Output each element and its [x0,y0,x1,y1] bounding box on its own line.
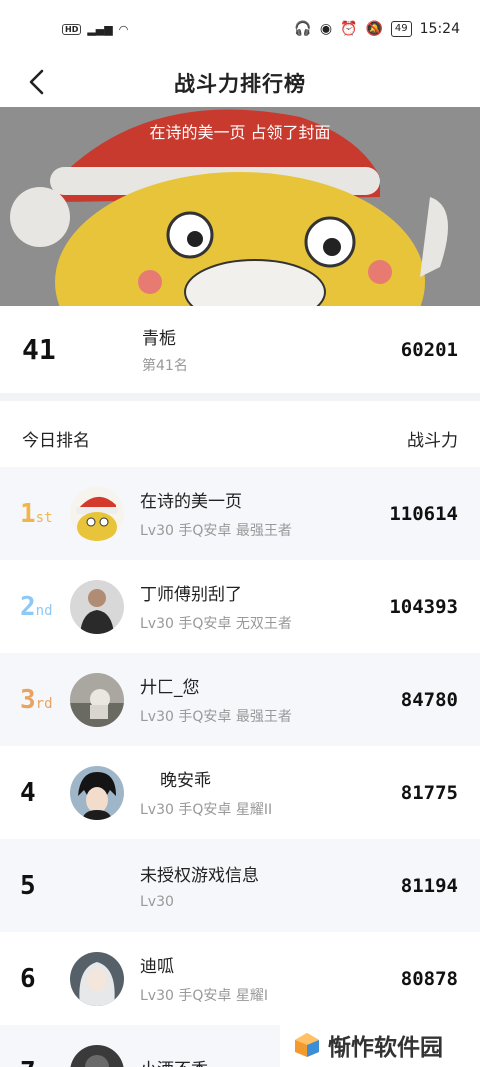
list-item[interactable]: 3rd 廾匚_您 Lv30 手Q安卓 最强王者 84780 [0,653,480,746]
player-meta: Lv30 手Q安卓 无双王者 [140,616,292,632]
cover-banner[interactable]: 在诗的美一页 占领了封面 [0,107,480,306]
clock: 15:24 [419,21,460,37]
avatar[interactable] [70,486,124,541]
avatar[interactable] [70,672,124,727]
player-power: 84780 [400,688,458,711]
player-power: 104393 [389,595,458,618]
my-rank-number: 41 [22,333,56,366]
list-item[interactable]: 5 未授权游戏信息 Lv30 81194 [0,839,480,932]
nav-bar: 战斗力排行榜 [0,58,480,108]
rank-number: 5 [20,870,36,901]
list-header-rank: 今日排名 [22,430,90,451]
rank-number: 4 [20,777,36,808]
list-item-info: 廾匚_您 Lv30 手Q安卓 最强王者 [140,673,350,726]
list-header: 今日排名 战斗力 [0,409,480,467]
my-rank-card: 41 青栀 第41名 60201 [0,306,480,401]
player-power: 80878 [400,967,458,990]
list-item-info: 在诗的美一页 Lv30 手Q安卓 最强王者 [140,487,350,540]
rank-number: 6 [20,963,36,994]
list-item-info: 迪呱 Lv30 手Q安卓 星耀I [140,952,350,1005]
player-name: 在诗的美一页 [140,492,242,512]
player-power: 81194 [400,874,458,897]
rank-badge: 3rd [20,684,53,715]
headphones-icon: 🎧 [294,21,312,37]
avatar[interactable] [70,579,124,634]
banner-caption: 在诗的美一页 占领了封面 [149,123,331,142]
mute-icon: 🔕 [365,21,383,37]
player-meta: Lv30 手Q安卓 最强王者 [140,709,292,725]
rank-badge: 1st [20,498,53,529]
player-meta: Lv30 [140,894,174,910]
watermark-text: 惭怍软件园 [328,1034,443,1061]
rank-number: 7 [0,1057,70,1067]
alarm-icon: ⏰ [340,21,358,37]
eye-icon: ◉ [319,21,333,37]
avatar[interactable] [70,951,124,1006]
player-name: 未授权游戏信息 [140,866,259,886]
my-position: 第41名 [142,358,188,374]
list-item-info: 丁师傅别刮了 Lv30 手Q安卓 无双王者 [140,580,350,633]
player-power: 81775 [400,781,458,804]
player-power: 110614 [389,502,458,525]
player-name: 廾匚_您 [140,678,200,698]
hd-icon: HD [62,23,82,35]
status-right: 🎧 ◉ ⏰ 🔕 49 15:24 [294,21,460,37]
my-rank-info: 青栀 第41名 [142,324,340,375]
wifi-icon: ◠ [118,22,129,36]
list-item-info: 未授权游戏信息 Lv30 [140,861,350,910]
player-meta: Lv30 手Q安卓 星耀I [140,988,268,1004]
list-item[interactable]: 4 晚安乖 Lv30 手Q安卓 星耀II 81775 [0,746,480,839]
page-title: 战斗力排行榜 [174,72,306,96]
list-item[interactable]: 1st 在诗的美一页 Lv30 手Q安卓 最强王者 110614 [0,467,480,560]
my-power: 60201 [400,338,458,361]
watermark-logo-icon [295,1032,319,1057]
player-name: 丁师傅别刮了 [140,585,242,605]
status-left: HD ▂▄▆ ◠ [62,23,128,36]
watermark: 惭怍软件园 [280,1022,480,1067]
list-item-info: 晚安乖 Lv30 手Q安卓 星耀II [140,766,350,819]
signal-icon: ▂▄▆ [87,22,113,36]
back-icon[interactable] [22,66,54,98]
my-name: 青栀 [142,329,176,349]
list-item[interactable]: 2nd 丁师傅别刮了 Lv30 手Q安卓 无双王者 104393 [0,560,480,653]
player-meta: Lv30 手Q安卓 最强王者 [140,523,292,539]
player-name: 晚安乖 [160,771,211,791]
avatar[interactable] [70,765,124,820]
rank-badge: 2nd [20,591,53,622]
player-name: 迪呱 [140,957,174,977]
player-meta: Lv30 手Q安卓 星耀II [140,802,273,818]
ranking-list: 1st 在诗的美一页 Lv30 手Q安卓 最强王者 110614 2nd 丁师傅… [0,467,480,1067]
list-header-power: 战斗力 [407,430,458,451]
battery-indicator: 49 [390,21,412,37]
status-bar: HD ▂▄▆ ◠ 🎧 ◉ ⏰ 🔕 49 15:24 [0,0,480,58]
list-item[interactable]: 6 迪呱 Lv30 手Q安卓 星耀I 80878 [0,932,480,1025]
avatar[interactable] [70,1044,124,1067]
